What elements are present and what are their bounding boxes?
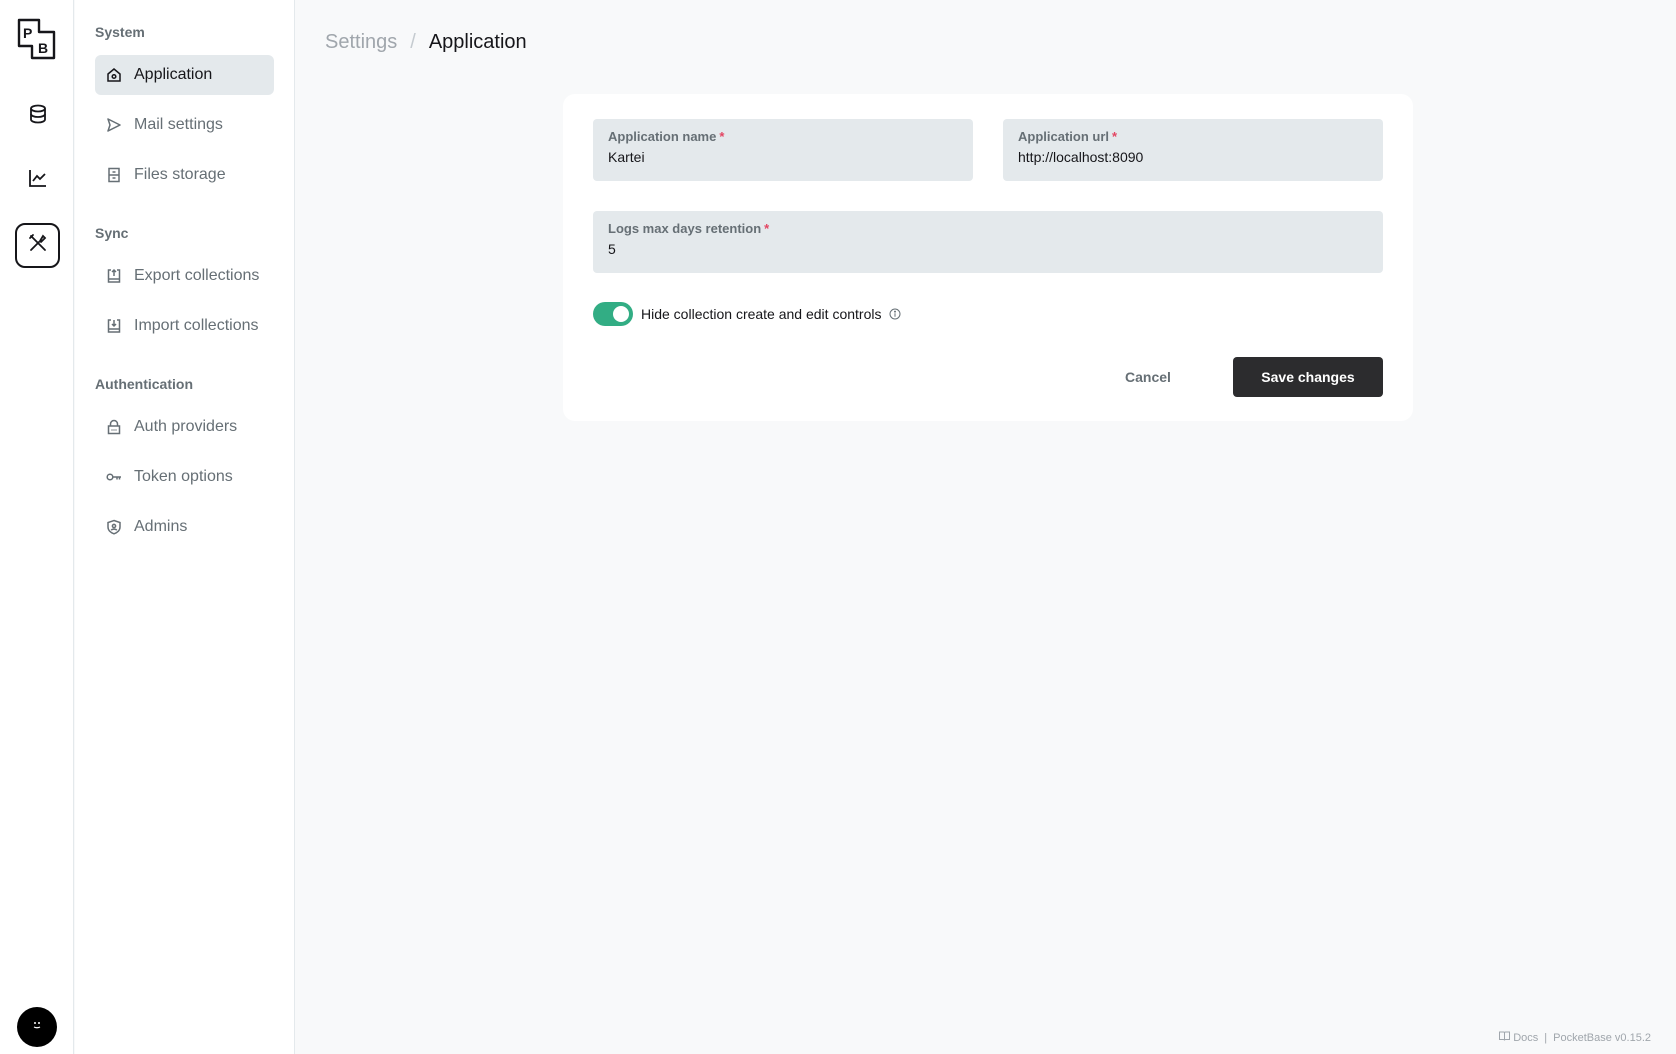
sidebar-item-label: Import collections <box>134 317 259 334</box>
sidebar-item-label: Export collections <box>134 267 260 284</box>
required-mark: * <box>719 129 725 144</box>
svg-text:B: B <box>38 40 48 56</box>
info-icon[interactable] <box>889 308 901 320</box>
sidebar-item-mail-settings[interactable]: Mail settings <box>95 105 274 145</box>
section-title-sync: Sync <box>95 225 129 241</box>
sidebar-item-label: Application <box>134 66 213 83</box>
sidebar-item-label: Files storage <box>134 166 226 183</box>
logs-retention-input[interactable] <box>608 241 1368 257</box>
sidebar-item-application[interactable]: Application <box>95 55 274 95</box>
application-url-label: Application url * <box>1018 129 1118 144</box>
required-mark: * <box>1112 129 1118 144</box>
book-icon <box>1499 1031 1511 1044</box>
docs-link[interactable]: Docs <box>1499 1031 1538 1044</box>
sidebar-item-auth-providers[interactable]: Auth providers <box>95 407 274 447</box>
footer-separator: | <box>1544 1031 1548 1044</box>
pocketbase-logo[interactable]: P B <box>17 18 57 60</box>
cancel-button[interactable]: Cancel <box>1103 357 1193 397</box>
hide-controls-row: Hide collection create and edit controls <box>593 302 901 326</box>
sidebar-item-export-collections[interactable]: Export collections <box>95 256 274 296</box>
key-icon <box>106 469 122 485</box>
sidebar-item-admins[interactable]: Admins <box>95 507 274 547</box>
application-url-input[interactable] <box>1018 149 1368 165</box>
svg-text:P: P <box>23 25 32 41</box>
shield-user-icon <box>106 519 122 535</box>
save-changes-button[interactable]: Save changes <box>1233 357 1383 397</box>
home-gear-icon <box>106 67 122 83</box>
sidebar-item-label: Auth providers <box>134 418 238 435</box>
settings-sidebar: System Application Mail settings Files s… <box>75 0 295 1054</box>
breadcrumb-settings[interactable]: Settings <box>325 31 397 54</box>
application-name-label: Application name * <box>608 129 725 144</box>
version-label: PocketBase v0.15.2 <box>1553 1031 1651 1044</box>
upload-icon <box>106 268 122 284</box>
docs-label: Docs <box>1513 1031 1539 1044</box>
logs-retention-label: Logs max days retention * <box>608 221 770 236</box>
toggle-knob <box>613 306 629 322</box>
logs-retention-field[interactable]: Logs max days retention * <box>593 211 1383 273</box>
sidebar-item-label: Mail settings <box>134 116 223 133</box>
rail-settings-button[interactable] <box>15 223 60 268</box>
archive-icon <box>106 167 122 183</box>
hide-controls-label[interactable]: Hide collection create and edit controls <box>641 306 881 322</box>
lock-icon <box>106 419 122 435</box>
app-rail: P B <box>0 0 74 1054</box>
breadcrumb: Settings / Application <box>325 31 527 54</box>
footer: Docs | PocketBase v0.15.2 <box>1499 1031 1651 1044</box>
rail-logs-button[interactable] <box>15 158 60 203</box>
sidebar-item-label: Token options <box>134 468 233 485</box>
line-chart-icon <box>28 168 48 193</box>
tools-icon <box>28 233 48 258</box>
section-title-system: System <box>95 24 145 40</box>
sidebar-item-import-collections[interactable]: Import collections <box>95 306 274 346</box>
sidebar-item-files-storage[interactable]: Files storage <box>95 155 274 195</box>
download-icon <box>106 318 122 334</box>
application-url-field[interactable]: Application url * <box>1003 119 1383 181</box>
sidebar-item-token-options[interactable]: Token options <box>95 457 274 497</box>
rail-collections-button[interactable] <box>15 94 60 139</box>
database-icon <box>28 104 48 129</box>
sidebar-item-label: Admins <box>134 518 188 535</box>
user-avatar[interactable] <box>17 1007 57 1047</box>
section-title-authentication: Authentication <box>95 376 193 392</box>
application-name-field[interactable]: Application name * <box>593 119 973 181</box>
send-icon <box>106 117 122 133</box>
application-name-input[interactable] <box>608 149 958 165</box>
smiley-icon <box>29 1017 45 1038</box>
hide-controls-toggle[interactable] <box>593 302 633 326</box>
required-mark: * <box>764 221 770 236</box>
breadcrumb-current: Application <box>428 31 527 53</box>
application-settings-card: Application name* Application url* Logs … <box>563 94 1413 421</box>
breadcrumb-separator: / <box>410 31 416 53</box>
